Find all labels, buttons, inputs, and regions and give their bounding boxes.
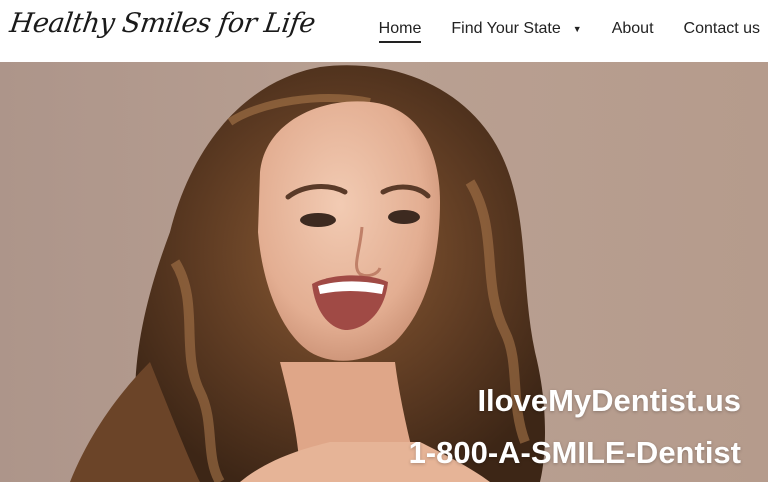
site-logo[interactable]: Healthy Smiles for Life	[8, 8, 317, 39]
phone-number-text: 1-800-A-SMILE-Dentist	[408, 435, 741, 470]
nav-about-label: About	[611, 20, 654, 37]
nav-find-your-state[interactable]: Find Your State ▼	[451, 20, 581, 38]
site-url-text: IloveMyDentist.us	[477, 383, 741, 418]
smiling-woman-photo	[0, 62, 768, 482]
nav-home[interactable]: Home	[378, 20, 422, 43]
hero-banner: IloveMyDentist.us 1-800-A-SMILE-Dentist	[0, 62, 768, 482]
nav-contact[interactable]: Contact us	[684, 20, 760, 38]
site-header: Healthy Smiles for Life Home Find Your S…	[0, 0, 768, 62]
nav-contact-label: Contact us	[683, 20, 760, 37]
nav-about[interactable]: About	[612, 20, 654, 38]
caret-down-icon: ▼	[572, 24, 582, 34]
nav-home-label: Home	[378, 20, 422, 37]
nav-find-your-state-label: Find Your State	[451, 20, 561, 37]
main-nav: Home Find Your State ▼ About Contact us	[349, 20, 760, 43]
